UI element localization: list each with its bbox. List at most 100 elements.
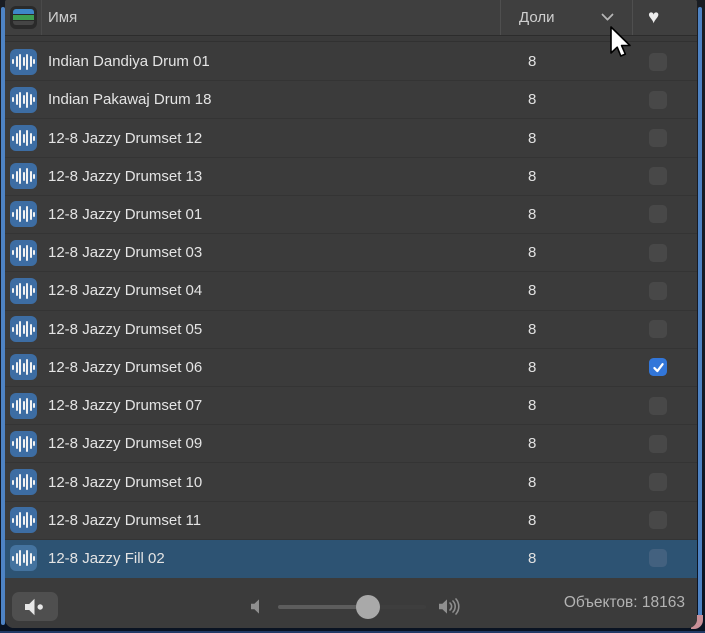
favorite-checkbox[interactable] — [649, 167, 667, 186]
column-header-name[interactable]: Имя — [42, 0, 500, 35]
items-count: Объектов: 18163 — [563, 594, 685, 611]
row-icon-cell — [5, 81, 42, 118]
volume-slider[interactable] — [278, 594, 426, 619]
loop-row[interactable]: 12-8 Jazzy Drumset 06 8 — [5, 348, 697, 387]
loop-name: 12-8 Jazzy Drumset 09 — [48, 435, 203, 453]
sort-chevron-down-icon[interactable] — [601, 8, 614, 22]
row-favorite-cell — [632, 311, 697, 348]
row-icon-cell — [5, 43, 42, 80]
favorite-checkbox[interactable] — [649, 129, 667, 148]
loop-list: Indian Dandiya Drum 01 8 Indian Pakawaj … — [5, 43, 697, 579]
row-beats-cell: 8 — [500, 119, 632, 156]
stripe-gray — [13, 21, 34, 25]
row-favorite-cell — [632, 425, 697, 462]
loop-beats: 8 — [528, 282, 537, 300]
audio-waveform-icon — [10, 545, 37, 572]
favorite-checkbox[interactable] — [649, 549, 667, 568]
row-beats-cell: 8 — [500, 387, 632, 424]
row-icon-cell — [5, 387, 42, 424]
loop-beats: 8 — [528, 473, 537, 491]
loop-row[interactable]: Indian Pakawaj Drum 18 8 — [5, 81, 697, 120]
loop-view-toggle-button[interactable] — [10, 6, 37, 29]
row-beats-cell: 8 — [500, 196, 632, 233]
scrolled-row-sliver — [5, 37, 697, 42]
loop-name: 12-8 Jazzy Drumset 01 — [48, 205, 203, 223]
loop-beats: 8 — [528, 167, 537, 185]
list-header: Имя Доли ♥ — [5, 0, 697, 36]
loop-row[interactable]: 12-8 Jazzy Drumset 10 8 — [5, 463, 697, 502]
loop-row[interactable]: 12-8 Jazzy Drumset 05 8 — [5, 310, 697, 349]
loop-beats: 8 — [528, 511, 537, 529]
loop-name: 12-8 Jazzy Drumset 06 — [48, 358, 203, 376]
favorite-checkbox[interactable] — [649, 281, 667, 300]
favorite-checkbox[interactable] — [649, 320, 667, 339]
loop-row[interactable]: 12-8 Jazzy Drumset 07 8 — [5, 386, 697, 426]
audio-waveform-icon — [10, 316, 37, 343]
volume-fill — [278, 604, 369, 609]
row-icon-cell — [5, 119, 42, 156]
favorite-checkbox[interactable] — [649, 511, 667, 530]
row-name-cell: 12-8 Jazzy Drumset 05 — [42, 311, 500, 348]
column-header-beats[interactable]: Доли — [500, 0, 632, 35]
volume-thumb[interactable] — [356, 594, 381, 619]
row-icon-cell — [5, 463, 42, 500]
row-icon-cell — [5, 502, 42, 539]
favorite-checkbox[interactable] — [649, 52, 667, 71]
header-icon-cell — [5, 0, 42, 35]
loop-name: 12-8 Jazzy Drumset 07 — [48, 397, 203, 415]
loop-name: 12-8 Jazzy Drumset 03 — [48, 244, 203, 262]
loop-beats: 8 — [528, 244, 537, 262]
row-name-cell: 12-8 Jazzy Drumset 09 — [42, 425, 500, 462]
audio-waveform-icon — [10, 201, 37, 228]
loop-name: 12-8 Jazzy Fill 02 — [48, 549, 165, 567]
loop-row[interactable]: 12-8 Jazzy Drumset 04 8 — [5, 272, 697, 311]
loop-row[interactable]: 12-8 Jazzy Fill 02 8 — [5, 539, 697, 579]
loop-row[interactable]: 12-8 Jazzy Drumset 01 8 — [5, 195, 697, 235]
loop-name: 12-8 Jazzy Drumset 10 — [48, 473, 203, 491]
row-name-cell: 12-8 Jazzy Drumset 11 — [42, 502, 500, 539]
favorite-checkbox[interactable] — [649, 205, 667, 224]
row-favorite-cell — [632, 349, 697, 386]
favorite-checkbox[interactable] — [649, 90, 667, 109]
loop-name: 12-8 Jazzy Drumset 05 — [48, 320, 203, 338]
row-favorite-cell — [632, 43, 697, 80]
loop-name: 12-8 Jazzy Drumset 11 — [48, 511, 202, 529]
favorite-checkbox[interactable] — [649, 434, 667, 453]
row-name-cell: 12-8 Jazzy Drumset 04 — [42, 272, 500, 309]
audio-waveform-icon — [10, 48, 37, 75]
loop-row[interactable]: 12-8 Jazzy Drumset 12 8 — [5, 119, 697, 158]
loop-row[interactable]: 12-8 Jazzy Drumset 09 8 — [5, 425, 697, 464]
favorite-checkbox[interactable] — [649, 243, 667, 262]
audio-waveform-icon — [10, 392, 37, 419]
row-icon-cell — [5, 311, 42, 348]
loop-row[interactable]: 12-8 Jazzy Drumset 11 8 — [5, 501, 697, 540]
row-beats-cell: 8 — [500, 349, 632, 386]
row-icon-cell — [5, 158, 42, 195]
volume-control — [250, 592, 463, 621]
row-favorite-cell — [632, 387, 697, 424]
audio-waveform-icon — [10, 86, 37, 113]
loop-row[interactable]: 12-8 Jazzy Drumset 03 8 — [5, 234, 697, 273]
stripe-blue — [13, 9, 34, 14]
column-header-favorites[interactable]: ♥ — [632, 0, 697, 35]
row-favorite-cell — [632, 234, 697, 271]
audio-waveform-icon — [10, 163, 37, 190]
loop-row[interactable]: 12-8 Jazzy Drumset 13 8 — [5, 157, 697, 196]
row-favorite-cell — [632, 158, 697, 195]
loop-beats: 8 — [528, 320, 537, 338]
audition-button[interactable] — [12, 592, 58, 621]
row-beats-cell: 8 — [500, 81, 632, 118]
favorite-checkbox[interactable] — [649, 396, 667, 415]
row-icon-cell — [5, 272, 42, 309]
loop-beats: 8 — [528, 91, 537, 109]
loop-beats: 8 — [528, 53, 537, 71]
favorite-checkbox[interactable] — [649, 358, 667, 377]
speaker-max-icon — [439, 598, 460, 615]
row-name-cell: Indian Pakawaj Drum 18 — [42, 81, 500, 118]
loop-beats: 8 — [528, 397, 537, 415]
loop-row[interactable]: Indian Dandiya Drum 01 8 — [5, 43, 697, 82]
favorite-checkbox[interactable] — [649, 473, 667, 492]
loop-name: 12-8 Jazzy Drumset 12 — [48, 129, 203, 147]
row-name-cell: 12-8 Jazzy Drumset 06 — [42, 349, 500, 386]
speaker-dot-icon — [25, 598, 43, 615]
